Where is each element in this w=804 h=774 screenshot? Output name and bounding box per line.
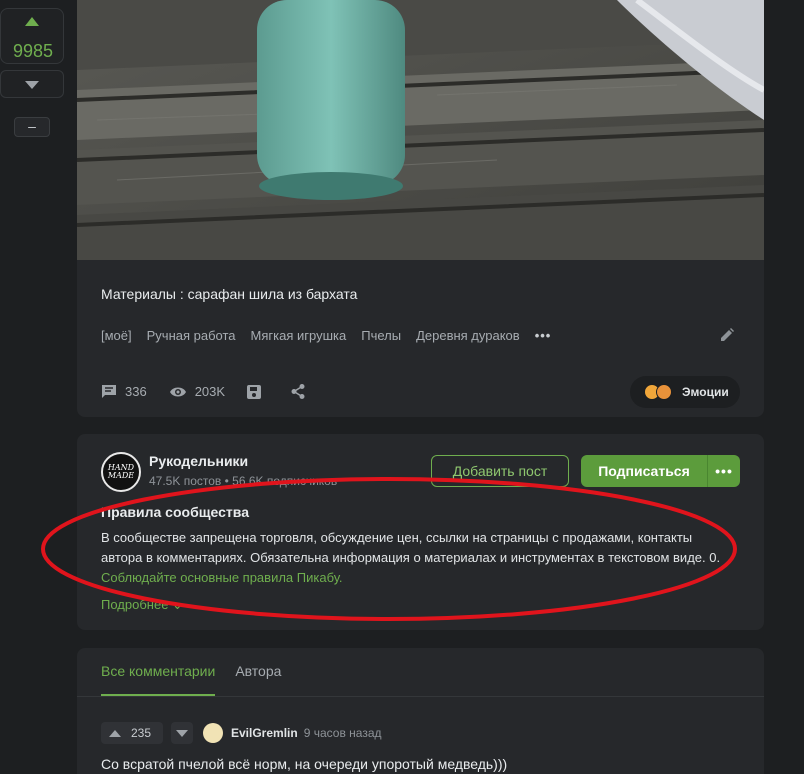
subscribe-button[interactable]: Подписаться ••• bbox=[581, 455, 740, 487]
tag-list: [моё] Ручная работа Мягкая игрушка Пчелы… bbox=[101, 328, 551, 343]
comment-header: 235 EvilGremlin 9 часов назад bbox=[101, 722, 382, 744]
eye-icon bbox=[169, 387, 186, 396]
views-count: 203K bbox=[194, 384, 226, 399]
comment-time[interactable]: 9 часов назад bbox=[304, 726, 382, 740]
comment-upvote-button[interactable]: 235 bbox=[101, 722, 163, 744]
tab-all-comments[interactable]: Все комментарии bbox=[101, 648, 216, 696]
save-icon bbox=[247, 384, 262, 399]
comment-author[interactable]: EvilGremlin bbox=[231, 726, 298, 740]
emotions-button[interactable]: Эмоции bbox=[630, 376, 740, 408]
community-meta: 47.5K постов • 56.6K подписчиков bbox=[149, 474, 338, 488]
arrow-up-icon[interactable] bbox=[25, 17, 39, 26]
rules-title: Правила сообщества bbox=[101, 504, 249, 520]
subscribe-label[interactable]: Подписаться bbox=[581, 463, 707, 479]
comment-tabs: Все комментарии Автора bbox=[101, 648, 281, 696]
arrow-down-icon bbox=[176, 729, 188, 737]
rules-text: В сообществе запрещена торговля, обсужде… bbox=[101, 528, 721, 588]
community-avatar-text: HAND MADE bbox=[107, 463, 135, 480]
vote-down-button[interactable] bbox=[0, 70, 64, 98]
rules-body: В сообществе запрещена торговля, обсужде… bbox=[101, 530, 721, 565]
divider bbox=[77, 696, 764, 697]
tag-item[interactable]: Пчелы bbox=[361, 328, 401, 343]
rules-link[interactable]: Соблюдайте основные правила Пикабу. bbox=[101, 570, 343, 585]
post-card: Материалы : сарафан шила из бархата [моё… bbox=[77, 0, 764, 417]
tag-item[interactable]: Ручная работа bbox=[147, 328, 236, 343]
comment-text: Со всратой пчелой всё норм, на очереди у… bbox=[101, 756, 508, 772]
collapse-button[interactable]: – bbox=[14, 117, 50, 137]
arrow-up-icon bbox=[109, 729, 121, 737]
comments-stat[interactable]: 336 bbox=[101, 384, 147, 399]
comments-card: Все комментарии Автора 235 EvilGremlin 9… bbox=[77, 648, 764, 774]
photo-image bbox=[77, 0, 764, 260]
avatar[interactable] bbox=[203, 723, 223, 743]
share-icon bbox=[291, 384, 305, 399]
tag-item[interactable]: Мягкая игрушка bbox=[251, 328, 347, 343]
subscribe-more-button[interactable]: ••• bbox=[707, 455, 740, 487]
tag-item[interactable]: Деревня дураков bbox=[416, 328, 520, 343]
community-name[interactable]: Рукодельники bbox=[149, 453, 248, 469]
comment-votes: 235 bbox=[131, 726, 152, 740]
post-photo[interactable] bbox=[77, 0, 764, 260]
more-link[interactable]: Подробнее ⌄ bbox=[101, 597, 183, 613]
community-card: HAND MADE Рукодельники 47.5K постов • 56… bbox=[77, 434, 764, 630]
emotion-icon bbox=[656, 384, 672, 400]
post-stats: 336 203K bbox=[101, 384, 335, 399]
tags-more-button[interactable]: ••• bbox=[535, 328, 552, 343]
share-button[interactable] bbox=[291, 384, 313, 399]
save-button[interactable] bbox=[247, 384, 269, 399]
emotions-label: Эмоции bbox=[682, 385, 729, 399]
comments-count: 336 bbox=[125, 384, 147, 399]
community-avatar[interactable]: HAND MADE bbox=[101, 452, 141, 492]
tab-author-comments[interactable]: Автора bbox=[235, 648, 281, 696]
rating-value: 9985 bbox=[12, 41, 54, 61]
vote-up-box[interactable]: 9985 bbox=[0, 8, 64, 64]
comment-icon bbox=[102, 385, 116, 398]
add-post-button[interactable]: Добавить пост bbox=[431, 455, 569, 487]
arrow-down-icon bbox=[25, 81, 39, 89]
tag-item[interactable]: [моё] bbox=[101, 328, 132, 343]
post-text: Материалы : сарафан шила из бархата bbox=[101, 286, 358, 302]
views-stat: 203K bbox=[169, 384, 225, 399]
edit-icon[interactable] bbox=[720, 328, 734, 347]
comment-downvote-button[interactable] bbox=[171, 722, 193, 744]
